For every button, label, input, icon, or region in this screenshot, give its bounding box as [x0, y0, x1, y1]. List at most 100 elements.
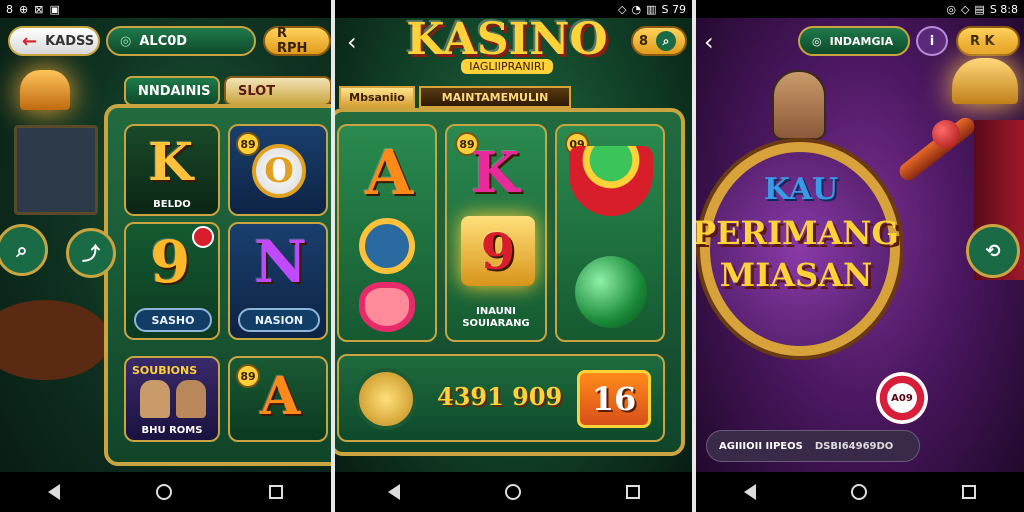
globe-icon: ◎: [812, 34, 822, 48]
status-icon: ⊠: [34, 2, 44, 16]
game-tile[interactable]: 89 O: [228, 124, 328, 216]
tile-glyph: 9: [480, 221, 516, 281]
game-tile[interactable]: 09: [555, 124, 665, 342]
tile-glyph: K: [471, 140, 520, 206]
right-phone-screen: ◎ ◇ ▤ S 8:8 ‹ ◎ INDAMGIA i R K KAU PERIM…: [696, 0, 1024, 512]
ball-decoration: [932, 120, 960, 148]
tile-label: BELDO: [153, 199, 191, 210]
status-icon: ◎: [946, 2, 956, 16]
tile-glyph: A: [365, 136, 414, 209]
region-pill-button[interactable]: ◎ INDAMGIA: [798, 26, 910, 56]
ball-icon: [575, 256, 647, 328]
tile-glyph: 9: [150, 228, 191, 296]
status-right-group: ◎ ◇ ▤ S 8:8: [946, 3, 1018, 16]
tile-badge: 89: [236, 364, 260, 388]
tv-screen-decoration: [14, 125, 98, 215]
emblem-line-3: MIASAN: [719, 256, 873, 294]
user-pill-button[interactable]: R K: [956, 26, 1020, 56]
tile-glyph: N: [254, 228, 308, 296]
screenshot-stage: 8 ⊕ ⊠ ▣ ← KADSS ◎ ALC0D R RPH NNDAINIS S…: [0, 0, 1024, 512]
back-label: KADSS: [45, 33, 95, 49]
search-icon[interactable]: ⌕: [0, 224, 48, 276]
coin-icon: ◎: [120, 33, 132, 49]
status-icon: ◇: [618, 2, 627, 16]
bowl-icon: [569, 146, 653, 216]
jackpot-badge: 16: [577, 370, 651, 428]
nav-home-icon[interactable]: [504, 484, 521, 500]
lamp-icon: [20, 70, 70, 110]
game-tile[interactable]: 89 A: [228, 356, 328, 442]
share-icon[interactable]: ⤴: [66, 228, 116, 278]
status-icon: ◇: [960, 2, 970, 16]
nav-home-icon[interactable]: [156, 484, 173, 500]
left-status-bar: 8 ⊕ ⊠ ▣: [0, 0, 331, 18]
mascot-avatar: [772, 70, 826, 140]
emblem-line-1: KAU: [763, 172, 839, 207]
back-pill-button[interactable]: ← KADSS: [8, 26, 100, 56]
status-time: S 8:8: [989, 2, 1018, 16]
back-chevron-icon[interactable]: ‹: [347, 28, 357, 56]
game-tile[interactable]: 89 K 9 INAUNI SOUIARANG: [445, 124, 547, 342]
tile-label-tag: SASHO: [134, 308, 212, 332]
status-icon: ▥: [646, 2, 657, 16]
clock-coin-icon: [355, 368, 417, 430]
search-pill-label: ALC0D: [139, 33, 188, 49]
chip-icon: [192, 226, 214, 248]
user-label: R RPH: [277, 26, 308, 56]
search-pill-label: 8: [639, 33, 649, 49]
tile-badge: 89: [236, 132, 260, 156]
left-nav-bar: [0, 472, 331, 512]
nav-recent-icon[interactable]: [962, 485, 977, 499]
bottom-info-bar: AGIIIOII IIPEOS DSBI64969DO: [706, 430, 920, 462]
banner-right: MAINTAMEMULIN: [419, 86, 571, 108]
game-tile[interactable]: SOUBIONS BHU ROMS: [124, 356, 220, 442]
table-decoration: [0, 300, 110, 380]
lamp-icon: [952, 58, 1018, 104]
tile-label-tag: NASION: [238, 308, 320, 332]
tab-ndainis[interactable]: NNDAINIS: [124, 76, 220, 106]
nav-back-icon[interactable]: [743, 484, 756, 500]
status-icon: 8: [6, 2, 13, 16]
avatar: [176, 380, 206, 418]
info-icon[interactable]: i: [916, 26, 948, 56]
refresh-icon[interactable]: ⟲: [966, 224, 1020, 278]
nav-home-icon[interactable]: [850, 484, 867, 500]
nav-back-icon[interactable]: [48, 484, 61, 500]
region-label: INDAMGIA: [829, 34, 894, 48]
ring-icon: [359, 282, 415, 332]
right-status-bar: ◎ ◇ ▤ S 8:8: [696, 0, 1024, 18]
back-chevron-icon[interactable]: ‹: [704, 28, 714, 56]
info-bar-left: AGIIIOII IIPEOS: [719, 440, 803, 452]
status-icon: ▣: [49, 2, 60, 16]
tile-label: INAUNI SOUIARANG: [462, 306, 530, 329]
game-tile[interactable]: N NASION: [228, 222, 328, 340]
status-time: S 79: [661, 2, 686, 16]
tile-glyph: A: [260, 366, 301, 427]
search-pill-button[interactable]: 8 ⌕: [631, 26, 687, 56]
tile-thumb-label: SOUBIONS: [132, 364, 198, 377]
game-tile[interactable]: 9 SASHO: [124, 222, 220, 340]
tab-label: SLOT: [238, 83, 276, 99]
nav-back-icon[interactable]: [387, 484, 400, 500]
tab-label: NNDAINIS: [138, 83, 211, 99]
tile-glyph: O: [252, 144, 306, 198]
user-label: R K: [970, 33, 995, 49]
jackpot-bar: 4391 909 16: [337, 354, 665, 442]
tab-slot[interactable]: SLOT: [224, 76, 331, 106]
middle-phone-screen: ◇ ◔ ▥ S 79 ‹ KASINO IAGLIIPRANIRI 8 ⌕ Mb…: [335, 0, 692, 512]
nav-recent-icon[interactable]: [268, 485, 283, 499]
chip-icon: A09: [876, 372, 928, 424]
search-pill-button[interactable]: ◎ ALC0D: [106, 26, 256, 56]
tile-label: BHU ROMS: [141, 425, 203, 436]
status-right-group: ◇ ◔ ▥ S 79: [618, 3, 686, 16]
user-pill-button[interactable]: R RPH: [263, 26, 331, 56]
nav-recent-icon[interactable]: [625, 485, 640, 499]
kasino-logo: KASINO IAGLIIPRANIRI: [397, 14, 617, 74]
tile-glyph: K: [148, 132, 194, 193]
game-tile[interactable]: K BELDO: [124, 124, 220, 216]
game-tile[interactable]: A: [337, 124, 437, 342]
status-icon: ▤: [974, 2, 985, 16]
right-nav-bar: [696, 472, 1024, 512]
jackpot-value: 4391 909: [437, 382, 563, 411]
middle-nav-bar: [335, 472, 692, 512]
